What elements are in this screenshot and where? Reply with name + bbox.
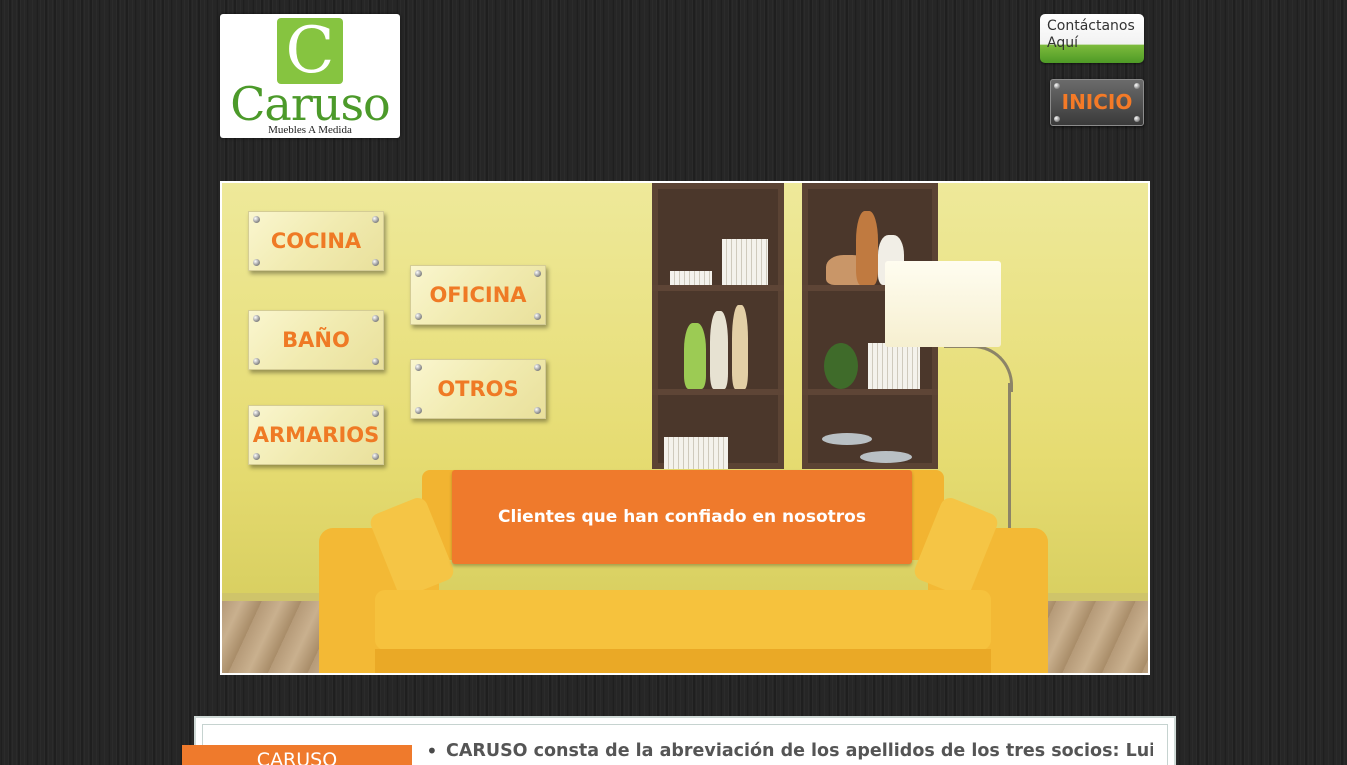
nav-bano-label: BAÑO [282, 328, 350, 352]
nav-cocina[interactable]: COCINA [248, 211, 384, 271]
about-side-tab-label: CARUSO [256, 749, 338, 765]
screw-icon [253, 358, 260, 365]
contact-button-label: Contáctanos Aquí [1047, 18, 1143, 52]
clients-cta-label: Clientes que han confiado en nosotros [498, 507, 866, 527]
lamp-arm [944, 345, 1013, 392]
nav-bano[interactable]: BAÑO [248, 310, 384, 370]
screw-icon [253, 410, 260, 417]
screw-icon [534, 407, 541, 414]
screw-icon [1134, 83, 1140, 89]
screw-icon [372, 315, 379, 322]
clients-cta-button[interactable]: Clientes que han confiado en nosotros [452, 470, 912, 564]
screw-icon [415, 270, 422, 277]
bullet-icon: • [426, 739, 438, 763]
inicio-button[interactable]: INICIO [1050, 79, 1144, 126]
lamp-shade [885, 261, 1001, 347]
nav-armarios[interactable]: ARMARIOS [248, 405, 384, 465]
screw-icon [253, 259, 260, 266]
contact-button-line2: Aquí [1047, 35, 1078, 51]
about-paragraph: CARUSO consta de la abreviación de los a… [446, 741, 1153, 761]
inicio-button-label: INICIO [1061, 90, 1133, 114]
nav-oficina[interactable]: OFICINA [410, 265, 546, 325]
nav-armarios-label: ARMARIOS [252, 423, 380, 447]
lamp-pole [1008, 383, 1011, 533]
screw-icon [1054, 116, 1060, 122]
caruso-logo[interactable]: C Caruso Muebles A Medida [220, 14, 400, 138]
screw-icon [372, 453, 379, 460]
screw-icon [372, 259, 379, 266]
screw-icon [372, 358, 379, 365]
screw-icon [253, 315, 260, 322]
about-side-tab[interactable]: CARUSO [182, 745, 412, 765]
screw-icon [372, 216, 379, 223]
bookcase-left [652, 183, 784, 469]
screw-icon [415, 364, 422, 371]
screw-icon [372, 410, 379, 417]
logo-wordmark: Caruso [230, 77, 391, 131]
nav-oficina-label: OFICINA [429, 283, 527, 307]
screw-icon [253, 216, 260, 223]
sofa-seat [375, 590, 991, 650]
screw-icon [534, 364, 541, 371]
screw-icon [534, 313, 541, 320]
nav-cocina-label: COCINA [270, 229, 362, 253]
screw-icon [415, 313, 422, 320]
screw-icon [534, 270, 541, 277]
contact-button-line1: Contáctanos [1047, 18, 1135, 34]
screw-icon [253, 453, 260, 460]
hero-banner: COCINA OFICINA BAÑO OTROS ARMARIOS Clien… [220, 181, 1150, 675]
screw-icon [1054, 83, 1060, 89]
nav-otros[interactable]: OTROS [410, 359, 546, 419]
contact-button[interactable]: Contáctanos Aquí [1040, 14, 1144, 63]
sofa-base [375, 649, 991, 673]
logo-mark-icon: C [277, 14, 343, 88]
screw-icon [415, 407, 422, 414]
nav-otros-label: OTROS [437, 377, 519, 401]
logo-tagline: Muebles A Medida [268, 124, 352, 136]
screw-icon [1134, 116, 1140, 122]
